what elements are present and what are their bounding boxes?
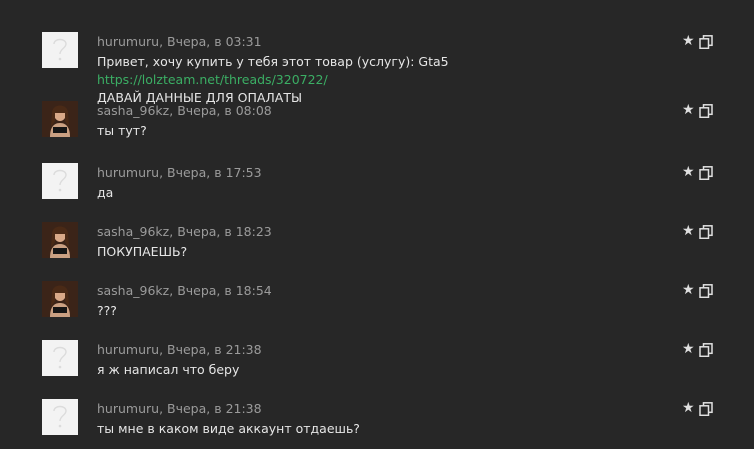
star-icon[interactable]: ★ bbox=[682, 342, 695, 356]
default-avatar[interactable] bbox=[42, 399, 78, 435]
message-line: ты тут? bbox=[97, 122, 677, 140]
message-item: sasha_96kz, Вчера, в 08:08 ты тут? ★ bbox=[0, 101, 754, 161]
message-line: я ж написал что беру bbox=[97, 361, 677, 379]
message-link[interactable]: https://lolzteam.net/threads/320722/ bbox=[97, 72, 328, 87]
message-line: да bbox=[97, 184, 677, 202]
message-line-text: да bbox=[97, 185, 114, 200]
message-time: Вчера, в 03:31 bbox=[167, 34, 262, 49]
message-author[interactable]: hurumuru bbox=[97, 342, 159, 357]
message-text: ПОКУПАЕШЬ? bbox=[97, 243, 677, 261]
message-item: hurumuru, Вчера, в 21:38 ты мне в каком в… bbox=[0, 399, 754, 449]
star-icon[interactable]: ★ bbox=[682, 103, 695, 117]
message-item: hurumuru, Вчера, в 03:31 Привет, хочу куп… bbox=[0, 32, 754, 105]
conversation-messages: hurumuru, Вчера, в 03:31 Привет, хочу куп… bbox=[0, 0, 754, 449]
message-text: да bbox=[97, 184, 677, 202]
message-text: ??? bbox=[97, 302, 677, 320]
user-avatar[interactable] bbox=[42, 281, 78, 317]
message-text: ты тут? bbox=[97, 122, 677, 140]
message-author[interactable]: sasha_96kz bbox=[97, 103, 169, 118]
message-line-text: Привет, хочу купить у тебя этот товар (у… bbox=[97, 54, 449, 69]
message-actions: ★ bbox=[682, 283, 714, 299]
star-icon[interactable]: ★ bbox=[682, 34, 695, 48]
message-text: Привет, хочу купить у тебя этот товар (у… bbox=[97, 53, 677, 107]
copy-icon[interactable] bbox=[699, 34, 713, 50]
message-meta: sasha_96kz, Вчера, в 08:08 bbox=[97, 103, 272, 118]
message-line: ты мне в каком виде аккаунт отдаешь? bbox=[97, 420, 677, 438]
message-text: ты мне в каком виде аккаунт отдаешь? bbox=[97, 420, 677, 438]
message-line-text: ПОКУПАЕШЬ? bbox=[97, 244, 188, 259]
message-time: Вчера, в 21:38 bbox=[167, 342, 262, 357]
message-line-text: ты мне в каком виде аккаунт отдаешь? bbox=[97, 421, 360, 436]
message-actions: ★ bbox=[682, 34, 714, 50]
copy-icon[interactable] bbox=[699, 283, 713, 299]
star-icon[interactable]: ★ bbox=[682, 165, 695, 179]
message-time: Вчера, в 08:08 bbox=[177, 103, 272, 118]
message-author[interactable]: hurumuru bbox=[97, 401, 159, 416]
message-actions: ★ bbox=[682, 103, 714, 119]
message-author[interactable]: hurumuru bbox=[97, 34, 159, 49]
copy-icon[interactable] bbox=[699, 165, 713, 181]
message-meta: hurumuru, Вчера, в 21:38 bbox=[97, 401, 262, 416]
message-time: Вчера, в 21:38 bbox=[167, 401, 262, 416]
message-item: hurumuru, Вчера, в 17:53 да ★ bbox=[0, 163, 754, 223]
message-item: hurumuru, Вчера, в 21:38 я ж написал что … bbox=[0, 340, 754, 400]
message-actions: ★ bbox=[682, 224, 714, 240]
message-meta: hurumuru, Вчера, в 21:38 bbox=[97, 342, 262, 357]
message-author[interactable]: sasha_96kz bbox=[97, 283, 169, 298]
message-line-text: я ж написал что беру bbox=[97, 362, 240, 377]
message-time: Вчера, в 18:54 bbox=[177, 283, 272, 298]
message-time: Вчера, в 17:53 bbox=[167, 165, 262, 180]
message-time: Вчера, в 18:23 bbox=[177, 224, 272, 239]
message-line-text: ты тут? bbox=[97, 123, 147, 138]
default-avatar[interactable] bbox=[42, 163, 78, 199]
star-icon[interactable]: ★ bbox=[682, 224, 695, 238]
default-avatar[interactable] bbox=[42, 340, 78, 376]
star-icon[interactable]: ★ bbox=[682, 401, 695, 415]
copy-icon[interactable] bbox=[699, 342, 713, 358]
message-line-text: ??? bbox=[97, 303, 117, 318]
copy-icon[interactable] bbox=[699, 224, 713, 240]
message-meta: sasha_96kz, Вчера, в 18:54 bbox=[97, 283, 272, 298]
message-meta: sasha_96kz, Вчера, в 18:23 bbox=[97, 224, 272, 239]
message-author[interactable]: hurumuru bbox=[97, 165, 159, 180]
message-line: Привет, хочу купить у тебя этот товар (у… bbox=[97, 53, 677, 89]
message-item: sasha_96kz, Вчера, в 18:54??? ★ bbox=[0, 281, 754, 341]
message-meta: hurumuru, Вчера, в 17:53 bbox=[97, 165, 262, 180]
copy-icon[interactable] bbox=[699, 103, 713, 119]
message-actions: ★ bbox=[682, 401, 714, 417]
message-line: ПОКУПАЕШЬ? bbox=[97, 243, 677, 261]
message-meta: hurumuru, Вчера, в 03:31 bbox=[97, 34, 262, 49]
user-avatar[interactable] bbox=[42, 222, 78, 258]
message-actions: ★ bbox=[682, 342, 714, 358]
message-actions: ★ bbox=[682, 165, 714, 181]
default-avatar[interactable] bbox=[42, 32, 78, 68]
copy-icon[interactable] bbox=[699, 401, 713, 417]
user-avatar[interactable] bbox=[42, 101, 78, 137]
star-icon[interactable]: ★ bbox=[682, 283, 695, 297]
message-text: я ж написал что беру bbox=[97, 361, 677, 379]
message-item: sasha_96kz, Вчера, в 18:23 ПОКУПАЕШЬ? ★ bbox=[0, 222, 754, 282]
message-line: ??? bbox=[97, 302, 677, 320]
message-author[interactable]: sasha_96kz bbox=[97, 224, 169, 239]
